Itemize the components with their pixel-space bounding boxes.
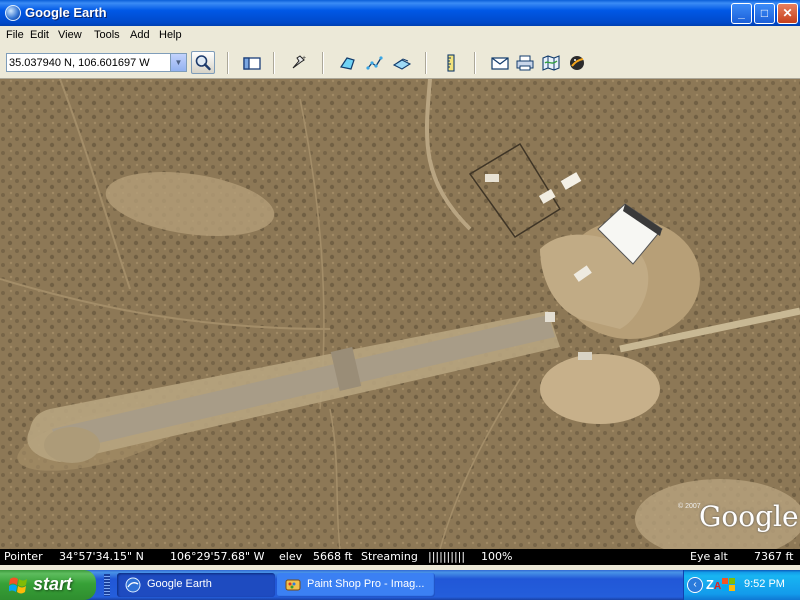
add-placemark-icon[interactable]: + (290, 54, 308, 72)
sidebar-toggle-icon[interactable] (243, 54, 261, 72)
start-label: start (33, 574, 73, 594)
email-icon[interactable] (491, 54, 509, 72)
streaming-percent: 100% (481, 550, 513, 563)
task-label: Google Earth (147, 578, 212, 590)
elevation-label: elev (279, 550, 303, 563)
print-icon[interactable] (516, 54, 534, 72)
toolbar: ▼ + (0, 46, 800, 79)
task-google-earth[interactable]: Google Earth (117, 573, 275, 597)
menu-help[interactable]: Help (159, 29, 182, 41)
windows-flag-icon[interactable] (722, 578, 736, 592)
minimize-button[interactable]: _ (731, 3, 752, 24)
map-view[interactable]: © 2007 Google (0, 79, 800, 549)
menu-file[interactable]: File (6, 29, 24, 41)
toolbar-separator (425, 52, 427, 74)
add-path-icon[interactable] (366, 54, 384, 72)
ruler-icon[interactable] (442, 54, 460, 72)
location-input[interactable] (9, 55, 169, 70)
menu-tools[interactable]: Tools (94, 29, 120, 41)
chevron-down-icon[interactable]: ▼ (170, 54, 186, 71)
streaming-bars: |||||||||| (428, 550, 466, 563)
toolbar-separator (227, 52, 229, 74)
menu-add[interactable]: Add (130, 29, 150, 41)
eye-alt-value: 7367 ft (754, 550, 794, 563)
svg-text:+: + (302, 55, 306, 62)
imagery-copyright: © 2007 (678, 503, 701, 510)
toolbar-separator (322, 52, 324, 74)
window-title: Google Earth (25, 5, 107, 20)
menu-edit[interactable]: Edit (30, 29, 49, 41)
add-image-overlay-icon[interactable] (392, 54, 412, 72)
taskbar-grip[interactable] (104, 574, 110, 596)
sky-icon[interactable] (568, 54, 586, 72)
status-bar: Pointer 34°57'34.15" N 106°29'57.68" W e… (0, 549, 800, 565)
show-hidden-icons-icon[interactable]: ‹ (687, 577, 703, 593)
start-button[interactable]: start (0, 570, 96, 600)
windows-logo-icon (9, 577, 27, 594)
maximize-button[interactable]: □ (754, 3, 775, 24)
google-earth-icon (125, 577, 141, 593)
magnifier-icon (195, 55, 211, 71)
location-search-box: ▼ (6, 53, 187, 72)
title-bar[interactable]: Google Earth _ □ ✕ (0, 0, 800, 26)
eye-alt-label: Eye alt (690, 550, 728, 563)
add-polygon-icon[interactable] (339, 54, 357, 72)
close-button[interactable]: ✕ (777, 3, 798, 24)
search-button[interactable] (191, 51, 215, 74)
menu-bar: File Edit View Tools Add Help (0, 26, 800, 46)
google-logo: Google (699, 500, 799, 533)
system-tray: ‹ ZA 9:52 PM (683, 570, 800, 600)
clock[interactable]: 9:52 PM (744, 578, 785, 590)
zonealarm-icon[interactable]: ZA (706, 577, 722, 593)
streaming-label: Streaming (361, 550, 418, 563)
paint-shop-pro-icon (285, 579, 301, 591)
pointer-longitude: 106°29'57.68" W (170, 550, 265, 563)
google-earth-app-icon (5, 5, 21, 21)
view-in-maps-icon[interactable] (542, 54, 560, 72)
pointer-label: Pointer (4, 550, 43, 563)
toolbar-separator (273, 52, 275, 74)
task-paint-shop-pro[interactable]: Paint Shop Pro - Imag... (277, 573, 435, 597)
menu-view[interactable]: View (58, 29, 82, 41)
toolbar-separator (474, 52, 476, 74)
google-earth-window: Google Earth _ □ ✕ File Edit View Tools … (0, 0, 800, 570)
pointer-latitude: 34°57'34.15" N (59, 550, 144, 563)
elevation-value: 5668 ft (313, 550, 353, 563)
taskbar: start Google Earth Paint Shop Pro - Imag… (0, 570, 800, 600)
task-label: Paint Shop Pro - Imag... (307, 578, 425, 590)
satellite-imagery (0, 79, 800, 549)
